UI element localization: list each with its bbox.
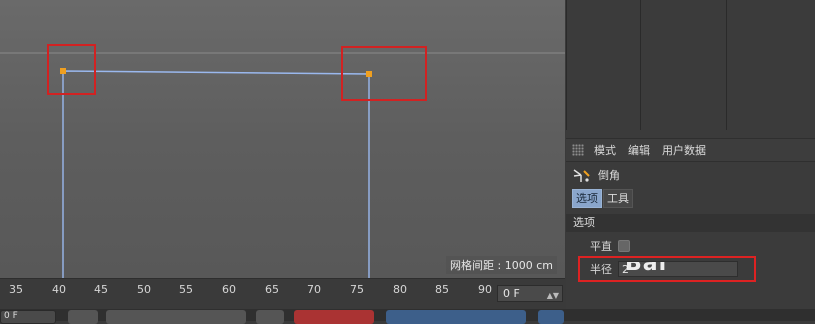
tick-label: 55 bbox=[179, 283, 193, 296]
flat-checkbox[interactable] bbox=[618, 240, 630, 252]
menu-edit[interactable]: 编辑 bbox=[628, 142, 650, 158]
viewport-canvas[interactable] bbox=[0, 0, 565, 278]
tick-label: 65 bbox=[265, 283, 279, 296]
tick-label: 90 bbox=[478, 283, 492, 296]
start-frame-value: 0 F bbox=[4, 311, 18, 321]
tick-label: 80 bbox=[393, 283, 407, 296]
menu-user-data[interactable]: 用户数据 bbox=[662, 142, 706, 158]
radius-input[interactable]: 2 Bai bbox=[618, 261, 738, 277]
tick-label: 75 bbox=[350, 283, 364, 296]
tick-label: 85 bbox=[435, 283, 449, 296]
current-frame-field[interactable]: 0 F ▲▼ bbox=[497, 285, 563, 302]
start-frame-field[interactable]: 0 F bbox=[0, 310, 56, 324]
playback-controls[interactable] bbox=[106, 310, 246, 324]
transport-bar: 0 F bbox=[0, 309, 815, 324]
tick-label: 40 bbox=[52, 283, 66, 296]
spline-path[interactable] bbox=[62, 70, 370, 278]
radius-label: 半径 bbox=[590, 263, 612, 276]
tick-label: 50 bbox=[137, 283, 151, 296]
attribute-menu-bar: 模式 编辑 用户数据 bbox=[566, 138, 815, 162]
tick-label: 35 bbox=[9, 283, 23, 296]
highlight-box-left bbox=[47, 44, 96, 95]
object-name: 倒角 bbox=[598, 169, 620, 182]
attribute-tabs: 选项 工具 bbox=[572, 189, 633, 208]
tab-options[interactable]: 选项 bbox=[572, 189, 602, 208]
panel-divider bbox=[726, 0, 727, 130]
grip-icon[interactable] bbox=[572, 144, 584, 156]
key-tools[interactable] bbox=[386, 310, 526, 324]
panel-divider bbox=[640, 0, 641, 130]
spline-point-right[interactable] bbox=[366, 71, 372, 77]
right-panel: 模式 编辑 用户数据 倒角 选项 工具 选项 平直 半径 2 Bai bbox=[566, 0, 815, 321]
tick-label: 60 bbox=[222, 283, 236, 296]
record-buttons[interactable] bbox=[294, 310, 374, 324]
viewport[interactable]: 网格间距 : 1000 cm bbox=[0, 0, 565, 278]
grid-spacing-readout: 网格间距 : 1000 cm bbox=[446, 256, 557, 274]
menu-mode[interactable]: 模式 bbox=[594, 142, 616, 158]
flat-label: 平直 bbox=[590, 240, 612, 253]
tab-tool[interactable]: 工具 bbox=[603, 189, 633, 208]
flat-option-row: 平直 bbox=[590, 238, 630, 254]
object-header: 倒角 bbox=[572, 166, 620, 184]
current-frame-value: 0 F bbox=[503, 287, 520, 300]
panel-divider bbox=[566, 0, 567, 130]
tick-label: 70 bbox=[307, 283, 321, 296]
go-to-end-button[interactable] bbox=[256, 310, 284, 324]
film-icon[interactable] bbox=[538, 310, 564, 324]
spline-point-left[interactable] bbox=[60, 68, 66, 74]
radius-row-highlight: 半径 2 Bai bbox=[578, 256, 756, 282]
section-header-options: 选项 bbox=[566, 214, 815, 232]
bevel-tool-icon bbox=[573, 169, 590, 182]
timeline-ruler[interactable]: 35 40 45 50 55 60 65 70 75 80 85 90 bbox=[0, 279, 492, 303]
watermark-logo: Bai bbox=[625, 261, 668, 276]
go-to-start-button[interactable] bbox=[68, 310, 98, 324]
spinner-icon[interactable]: ▲▼ bbox=[547, 288, 559, 303]
tick-label: 45 bbox=[94, 283, 108, 296]
